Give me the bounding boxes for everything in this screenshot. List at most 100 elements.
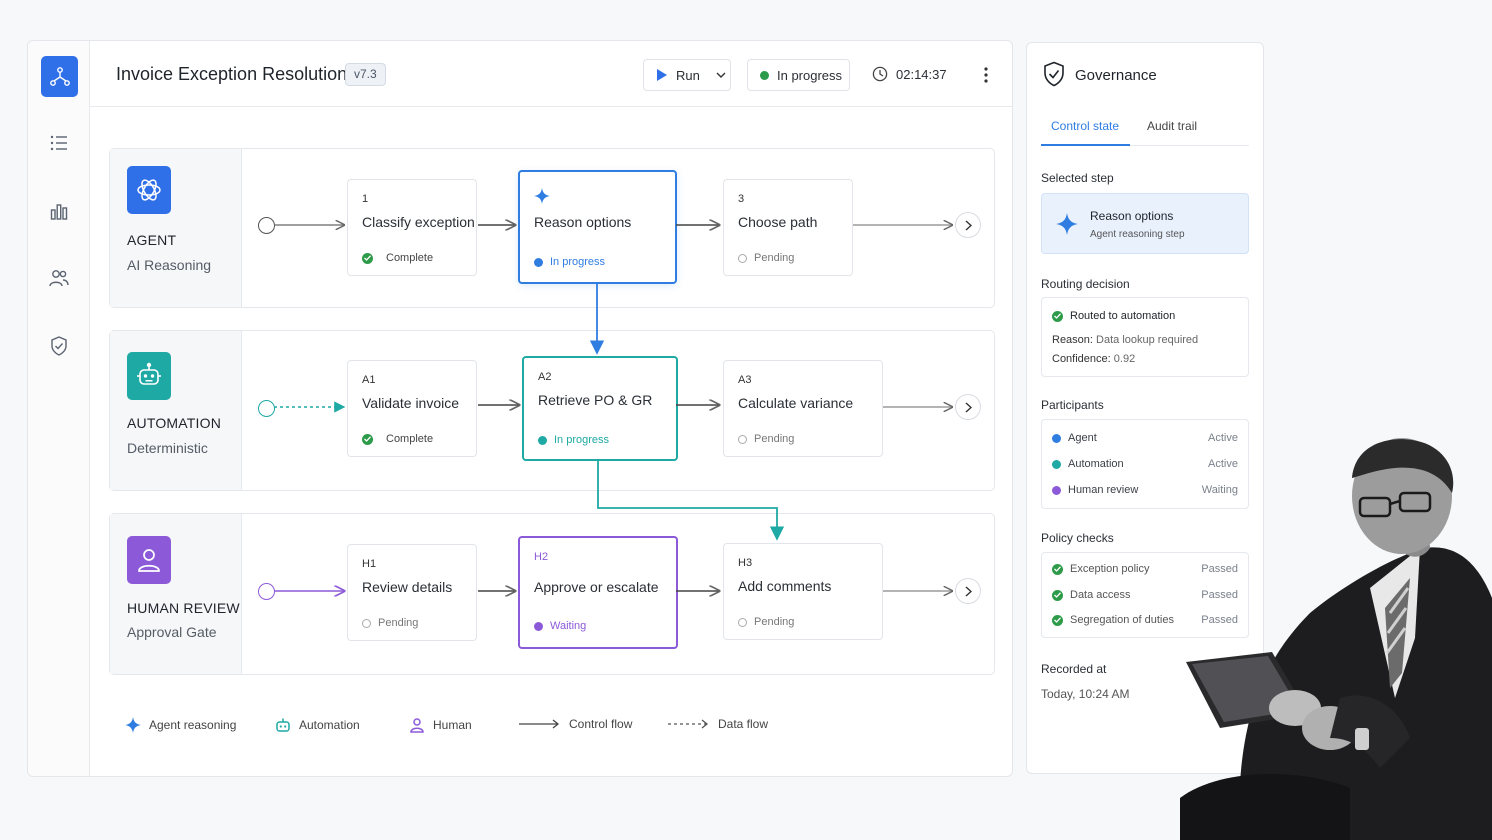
status-dot-icon (760, 70, 769, 80)
lane-title: AGENT (127, 232, 177, 248)
run-label: Run (676, 67, 700, 83)
lane-automation: AUTOMATION Deterministic A1 Validate inv… (109, 330, 995, 491)
step-status: Complete (362, 252, 433, 264)
step-id: A2 (538, 371, 552, 383)
step-card[interactable]: A3 Calculate variance Pending (723, 360, 883, 457)
step-name: Reason options (534, 214, 632, 230)
more-menu-icon[interactable] (976, 65, 996, 85)
status-label: Complete (386, 252, 434, 264)
users-icon[interactable] (47, 266, 71, 290)
legend-agent: Agent reasoning (125, 717, 236, 733)
active-tab-indicator (1041, 144, 1130, 146)
section-title: Selected step (1041, 171, 1114, 185)
sparkle-icon (534, 188, 550, 207)
play-icon (657, 69, 667, 81)
status-label: In progress (550, 256, 606, 268)
legend-data-flow: Data flow (668, 717, 768, 731)
left-rail (28, 41, 90, 776)
flow-logo-icon (49, 66, 70, 86)
check-icon (362, 252, 373, 264)
step-name: Add comments (738, 578, 832, 594)
confidence-key: Confidence: (1052, 353, 1111, 365)
start-node-icon (258, 217, 275, 234)
step-status: Complete (362, 433, 433, 445)
robot-icon (276, 718, 290, 732)
automation-dot-icon (1052, 459, 1061, 469)
policy-name: Exception policy (1070, 563, 1150, 575)
check-icon (1052, 310, 1063, 322)
step-card[interactable]: 3 Choose path Pending (723, 179, 853, 276)
timer-value: 02:14:37 (896, 66, 947, 82)
selected-step-card[interactable]: Reason options Agent reasoning step (1041, 193, 1249, 254)
status-label: In progress (554, 434, 610, 446)
screen: Invoice Exception Resolution v7.3 Run In… (0, 0, 1492, 840)
legend-label: Agent reasoning (149, 718, 237, 732)
pending-dot-icon (362, 618, 371, 628)
step-card[interactable]: H3 Add comments Pending (723, 543, 883, 640)
solid-arrow-icon (519, 719, 560, 729)
step-card-waiting[interactable]: H2 Approve or escalate Waiting (518, 536, 678, 649)
status-label: Pending (754, 616, 795, 628)
tab-control-state[interactable]: Control state (1051, 119, 1119, 133)
step-status: Waiting (534, 620, 586, 632)
section-title: Routing decision (1041, 277, 1130, 291)
step-card[interactable]: A1 Validate invoice Complete (347, 360, 477, 457)
step-status: In progress (534, 256, 605, 268)
chevron-down-icon (716, 72, 726, 78)
legend-label: Automation (299, 718, 360, 732)
step-id: A3 (738, 374, 752, 386)
lane-title: HUMAN REVIEW (127, 600, 240, 616)
pending-dot-icon (738, 253, 747, 263)
list-icon[interactable] (47, 131, 71, 155)
lane-subtitle: Approval Gate (127, 624, 217, 640)
tab-audit-trail[interactable]: Audit trail (1147, 119, 1197, 133)
participant-name: Automation (1068, 458, 1124, 470)
step-card[interactable]: 1 Classify exception Complete (347, 179, 477, 276)
app-logo[interactable] (41, 56, 78, 97)
check-icon (1052, 614, 1063, 626)
policy-name: Data access (1070, 589, 1131, 601)
routing-result: Routed to automation (1052, 310, 1238, 322)
run-button[interactable]: Run (643, 59, 731, 91)
step-status: In progress (538, 434, 609, 446)
status-text: In progress (777, 67, 843, 83)
expand-lane-button[interactable] (955, 394, 981, 420)
elapsed-timer: 02:14:37 (872, 66, 947, 82)
step-id: H3 (738, 557, 753, 569)
step-name: Choose path (738, 214, 818, 230)
section-title: Policy checks (1041, 531, 1114, 545)
lane-human-review: HUMAN REVIEW Approval Gate H1 Review det… (109, 513, 995, 675)
step-name: Validate invoice (362, 395, 460, 411)
legend-automation: Automation (275, 717, 360, 733)
step-card-selected[interactable]: Reason options In progress (518, 170, 677, 284)
step-name: Classify exception (362, 214, 475, 230)
expand-lane-button[interactable] (955, 212, 981, 238)
person-icon (410, 718, 424, 733)
pending-dot-icon (738, 434, 747, 444)
panel-title: Governance (1075, 67, 1157, 84)
sparkle-icon (125, 717, 141, 733)
status-label: Pending (378, 617, 419, 629)
sparkle-icon (1056, 213, 1078, 235)
step-name: Review details (362, 579, 453, 595)
agent-dot-icon (1052, 433, 1061, 443)
step-status: Pending (362, 617, 418, 629)
shield-icon[interactable] (47, 334, 71, 358)
lane-subtitle: Deterministic (127, 440, 208, 456)
confidence-value: 0.92 (1113, 353, 1136, 365)
step-card[interactable]: H1 Review details Pending (347, 544, 477, 641)
legend-label: Data flow (718, 717, 769, 731)
step-card-active[interactable]: A2 Retrieve PO & GR In progress (522, 356, 678, 461)
status-label: Pending (754, 252, 795, 264)
step-name: Retrieve PO & GR (538, 392, 653, 408)
agent-brain-icon (127, 166, 171, 214)
expand-lane-button[interactable] (955, 578, 981, 604)
routing-result-text: Routed to automation (1070, 310, 1176, 322)
lane-header: AGENT AI Reasoning (110, 149, 242, 307)
check-icon (362, 433, 373, 445)
waiting-dot-icon (534, 621, 543, 631)
routing-card: Routed to automation Reason: Data lookup… (1041, 297, 1249, 377)
person-with-tablet-photo (1180, 438, 1492, 840)
legend-human: Human (409, 717, 472, 733)
chart-icon[interactable] (47, 199, 71, 223)
